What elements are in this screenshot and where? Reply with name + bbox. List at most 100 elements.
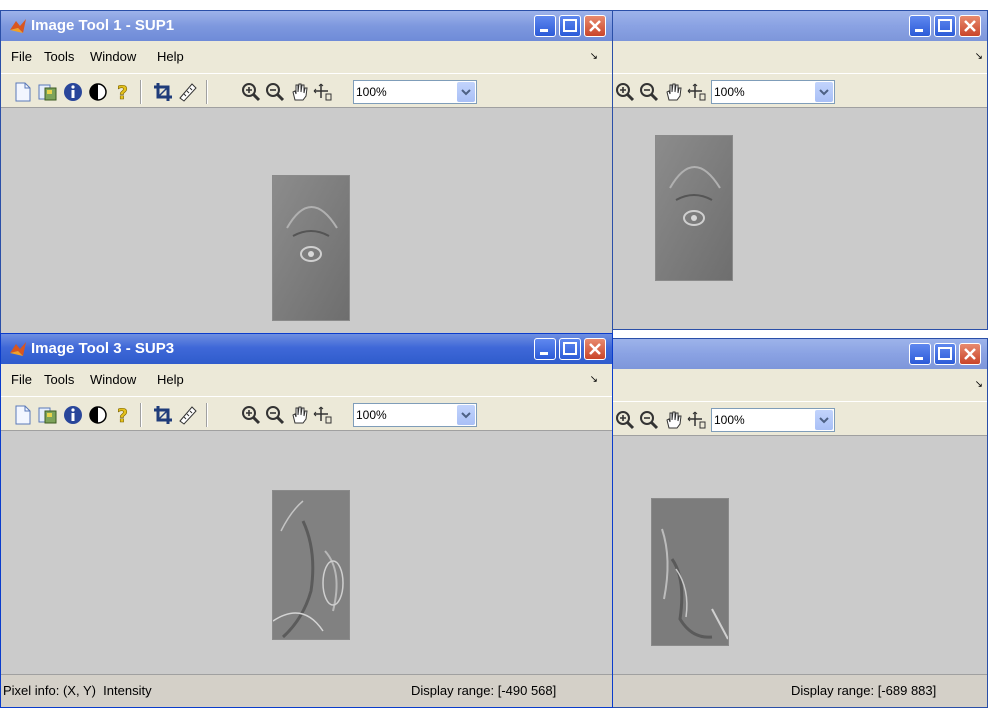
image-thumbnail: [272, 490, 350, 640]
svg-text:?: ?: [117, 405, 128, 425]
menu-file[interactable]: File: [11, 49, 32, 64]
zoom-out-icon[interactable]: [265, 82, 285, 102]
help-icon[interactable]: ?: [113, 405, 133, 425]
zoom-value: 100%: [356, 408, 387, 422]
pan-hand-icon[interactable]: [663, 410, 683, 430]
image-thumbnail: [651, 498, 729, 646]
zoom-out-icon[interactable]: [639, 82, 659, 102]
new-figure-icon[interactable]: [13, 82, 33, 102]
window-title: Image Tool 3 - SUP3: [31, 340, 175, 357]
maximize-button[interactable]: [559, 338, 581, 360]
close-button[interactable]: [584, 15, 606, 37]
pan-hand-icon[interactable]: [289, 405, 309, 425]
title-bar[interactable]: [611, 11, 987, 41]
minimize-button[interactable]: [909, 343, 931, 365]
help-icon[interactable]: ?: [113, 82, 133, 102]
matlab-logo-icon: [10, 342, 26, 356]
image-viewport[interactable]: [1, 107, 612, 334]
crop-icon[interactable]: [153, 405, 173, 425]
zoom-in-icon[interactable]: [241, 82, 261, 102]
info-icon[interactable]: [63, 405, 83, 425]
display-range-label: Display range: [-689 883]: [791, 683, 937, 698]
zoom-select[interactable]: 100%: [711, 80, 835, 104]
close-button[interactable]: [584, 338, 606, 360]
image-viewport[interactable]: [611, 107, 987, 329]
title-bar[interactable]: Image Tool 3 - SUP3: [1, 334, 612, 364]
menu-help[interactable]: Help: [157, 372, 184, 387]
zoom-in-icon[interactable]: [615, 82, 635, 102]
zoom-in-icon[interactable]: [615, 410, 635, 430]
info-icon[interactable]: [63, 82, 83, 102]
crop-icon[interactable]: [153, 82, 173, 102]
zoom-value: 100%: [714, 413, 745, 427]
dock-arrow-icon[interactable]: ↘: [590, 374, 598, 385]
pixel-region-icon[interactable]: [313, 405, 333, 425]
menu-tools[interactable]: Tools: [44, 49, 74, 64]
chevron-down-icon[interactable]: [457, 82, 475, 102]
toolbar-separator: [140, 403, 142, 427]
contrast-icon[interactable]: [88, 405, 108, 425]
dock-arrow-icon[interactable]: ↘: [975, 51, 983, 62]
zoom-out-icon[interactable]: [265, 405, 285, 425]
maximize-button[interactable]: [559, 15, 581, 37]
copy-icon[interactable]: [38, 405, 58, 425]
image-thumbnail: [272, 175, 350, 321]
chevron-down-icon[interactable]: [457, 405, 475, 425]
title-bar[interactable]: [611, 339, 987, 369]
dock-arrow-icon[interactable]: ↘: [975, 379, 983, 390]
zoom-select[interactable]: 100%: [353, 80, 477, 104]
toolbar: ? 100%: [1, 73, 612, 108]
zoom-value: 100%: [714, 85, 745, 99]
pixel-region-icon[interactable]: [687, 82, 707, 102]
menu-bar: ↘: [611, 369, 987, 401]
minimize-button[interactable]: [534, 338, 556, 360]
display-range-label: Display range: [-490 568]: [411, 683, 557, 698]
image-tool-window-3: Image Tool 3 - SUP3 File Tools Window He…: [0, 333, 613, 708]
svg-text:?: ?: [117, 82, 128, 102]
close-button[interactable]: [959, 15, 981, 37]
minimize-button[interactable]: [534, 15, 556, 37]
image-viewport[interactable]: Pixel info: (X, Y) Intensity Display ran…: [1, 430, 612, 707]
maximize-button[interactable]: [934, 15, 956, 37]
menu-bar: ↘: [611, 41, 987, 73]
chevron-down-icon[interactable]: [815, 410, 833, 430]
pan-hand-icon[interactable]: [663, 82, 683, 102]
window-title: Image Tool 1 - SUP1: [31, 17, 175, 34]
menu-file[interactable]: File: [11, 372, 32, 387]
menu-tools[interactable]: Tools: [44, 372, 74, 387]
close-button[interactable]: [959, 343, 981, 365]
toolbar-separator: [206, 403, 208, 427]
toolbar: ? 100%: [1, 396, 612, 431]
measure-icon[interactable]: [178, 405, 198, 425]
contrast-icon[interactable]: [88, 82, 108, 102]
menu-bar: File Tools Window Help ↘: [1, 364, 612, 396]
zoom-select[interactable]: 100%: [353, 403, 477, 427]
image-tool-window-1: Image Tool 1 - SUP1 File Tools Window He…: [0, 10, 613, 335]
toolbar: 100%: [611, 73, 987, 108]
toolbar: 100%: [611, 401, 987, 436]
image-tool-window-2: ↘ 100%: [610, 10, 988, 330]
image-thumbnail: [655, 135, 733, 281]
dock-arrow-icon[interactable]: ↘: [590, 51, 598, 62]
pixel-region-icon[interactable]: [687, 410, 707, 430]
zoom-select[interactable]: 100%: [711, 408, 835, 432]
zoom-out-icon[interactable]: [639, 410, 659, 430]
status-bar: Pixel info: (X, Y) Intensity Display ran…: [1, 674, 612, 707]
image-viewport[interactable]: Display range: [-689 883]: [611, 435, 987, 707]
menu-window[interactable]: Window: [90, 372, 136, 387]
pixel-region-icon[interactable]: [313, 82, 333, 102]
minimize-button[interactable]: [909, 15, 931, 37]
title-bar[interactable]: Image Tool 1 - SUP1: [1, 11, 612, 41]
chevron-down-icon[interactable]: [815, 82, 833, 102]
zoom-in-icon[interactable]: [241, 405, 261, 425]
toolbar-separator: [140, 80, 142, 104]
zoom-value: 100%: [356, 85, 387, 99]
new-figure-icon[interactable]: [13, 405, 33, 425]
maximize-button[interactable]: [934, 343, 956, 365]
menu-window[interactable]: Window: [90, 49, 136, 64]
menu-help[interactable]: Help: [157, 49, 184, 64]
measure-icon[interactable]: [178, 82, 198, 102]
copy-icon[interactable]: [38, 82, 58, 102]
pan-hand-icon[interactable]: [289, 82, 309, 102]
image-tool-window-4: ↘ 100% Display range: [-689 883]: [610, 338, 988, 708]
